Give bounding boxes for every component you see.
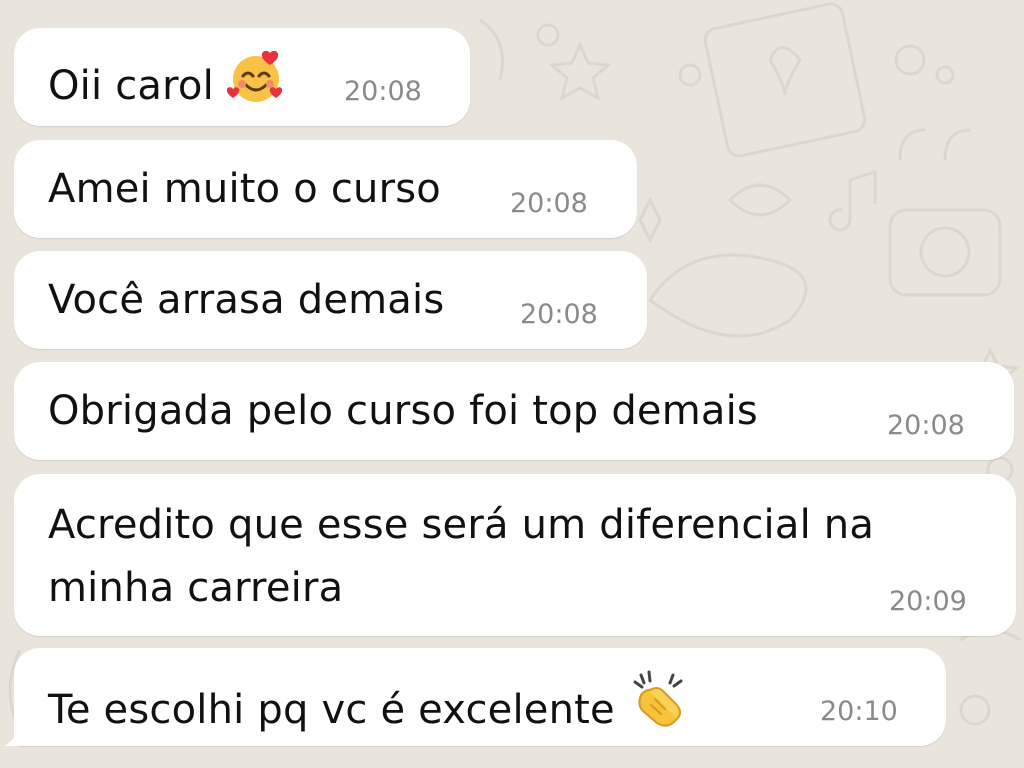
message-timestamp: 20:08 (887, 410, 965, 441)
chat-message-list[interactable]: Oii carol 20:08 Amei muito o curso 20:08… (0, 0, 1024, 768)
message-timestamp: 20:08 (520, 299, 598, 330)
clapping-hands-icon (627, 669, 691, 744)
message-bubble[interactable]: Obrigada pelo curso foi top demais 20:08 (14, 362, 1014, 460)
message-timestamp: 20:09 (889, 586, 967, 617)
message-bubble[interactable]: Você arrasa demais 20:08 (14, 251, 647, 349)
message-text: Oii carol (48, 49, 286, 120)
message-bubble[interactable]: Acredito que esse será um diferencial na… (14, 474, 1016, 636)
message-bubble[interactable]: Te escolhi pq vc é excelente 20:10 (4, 648, 946, 746)
message-bubble[interactable]: Oii carol 20:08 (14, 28, 470, 126)
message-text: Te escolhi pq vc é excelente (48, 669, 691, 744)
message-text: Obrigada pelo curso foi top demais (48, 388, 758, 434)
message-timestamp: 20:10 (820, 696, 898, 727)
message-text: Você arrasa demais (48, 277, 445, 323)
bubble-tail (4, 720, 32, 746)
message-timestamp: 20:08 (510, 188, 588, 219)
message-text-line-2: minha carreira (48, 565, 344, 611)
message-text: Amei muito o curso (48, 166, 441, 212)
smiling-face-with-hearts-icon (226, 49, 286, 120)
message-timestamp: 20:08 (344, 76, 422, 107)
message-bubble[interactable]: Amei muito o curso 20:08 (14, 140, 637, 238)
message-text-line-1: Acredito que esse será um diferencial na (48, 502, 875, 548)
